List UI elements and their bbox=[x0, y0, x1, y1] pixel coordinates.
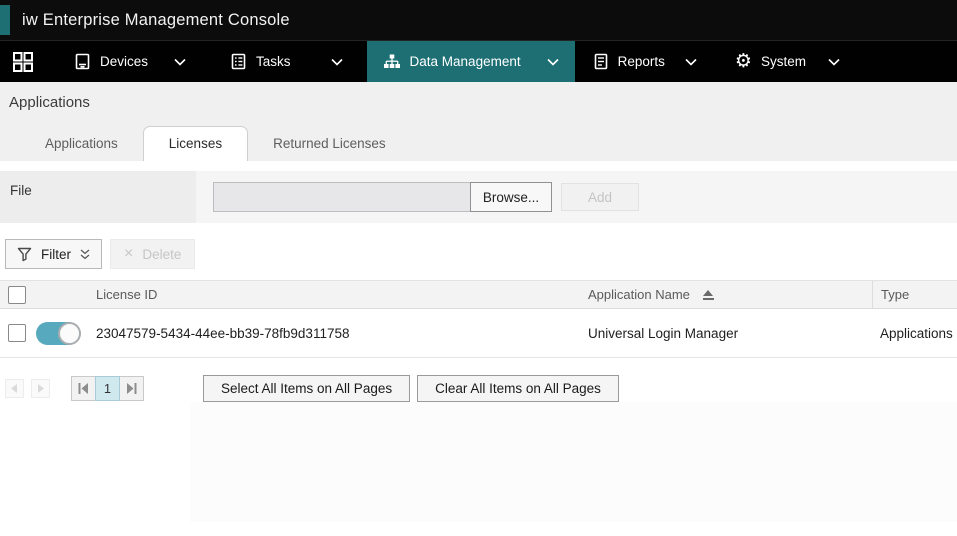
sort-ascending-icon bbox=[703, 290, 714, 300]
file-controls: Browse... Add bbox=[196, 171, 957, 223]
column-header-license-id[interactable]: License ID bbox=[92, 287, 588, 302]
funnel-icon bbox=[17, 247, 32, 262]
row-toggle-cell bbox=[36, 322, 92, 345]
nav-item-label: System bbox=[761, 54, 806, 69]
grid-icon bbox=[12, 51, 34, 73]
chevron-down-icon bbox=[331, 58, 343, 66]
page-number-group: 1 bbox=[71, 376, 144, 401]
add-button: Add bbox=[561, 183, 639, 211]
filter-button[interactable]: Filter bbox=[5, 239, 102, 269]
row-checkbox[interactable] bbox=[8, 324, 26, 342]
nav-item-data-management[interactable]: Data Management bbox=[367, 41, 575, 82]
type-value: Applications bbox=[872, 309, 957, 357]
application-name-value: Universal Login Manager bbox=[588, 326, 872, 341]
content-background bbox=[0, 402, 957, 522]
current-page-button[interactable]: 1 bbox=[95, 376, 120, 401]
tab-returned-licenses[interactable]: Returned Licenses bbox=[248, 126, 411, 161]
license-enabled-toggle[interactable] bbox=[36, 322, 80, 345]
row-checkbox-cell bbox=[0, 324, 36, 342]
first-page-button[interactable] bbox=[71, 376, 96, 401]
devices-icon bbox=[74, 53, 91, 70]
chevron-down-icon bbox=[547, 58, 559, 66]
table-toolbar: Filter × Delete bbox=[5, 239, 957, 269]
tasks-icon bbox=[230, 53, 247, 70]
tab-licenses[interactable]: Licenses bbox=[143, 126, 248, 161]
divider bbox=[0, 161, 957, 171]
table-header-row: License ID Application Name Type bbox=[0, 280, 957, 309]
file-label: File bbox=[0, 171, 196, 223]
delete-button: × Delete bbox=[110, 239, 195, 269]
main-nav: Devices Tasks bbox=[0, 40, 957, 82]
home-grid-button[interactable] bbox=[0, 41, 46, 82]
previous-page-button bbox=[5, 379, 24, 398]
close-icon: × bbox=[124, 246, 133, 262]
nav-item-label: Reports bbox=[618, 54, 665, 69]
chevron-down-icon bbox=[174, 58, 186, 66]
nav-item-tasks[interactable]: Tasks bbox=[216, 41, 357, 82]
sitemap-icon bbox=[383, 54, 401, 70]
gear-icon: ⚙ bbox=[735, 52, 752, 71]
reports-icon bbox=[593, 53, 609, 70]
double-chevron-down-icon bbox=[80, 249, 90, 260]
nav-item-label: Devices bbox=[100, 54, 148, 69]
title-bar: iw Enterprise Management Console bbox=[0, 0, 957, 40]
toggle-knob bbox=[58, 322, 81, 345]
license-id-value: 23047579-5434-44ee-bb39-78fb9d311758 bbox=[92, 326, 588, 341]
nav-item-devices[interactable]: Devices bbox=[60, 41, 200, 82]
select-all-checkbox[interactable] bbox=[8, 286, 26, 304]
nav-item-reports[interactable]: Reports bbox=[579, 41, 711, 82]
file-path-input[interactable] bbox=[213, 182, 471, 212]
last-page-button[interactable] bbox=[119, 376, 144, 401]
chevron-down-icon bbox=[685, 58, 697, 66]
page-title: Applications bbox=[9, 94, 957, 111]
page-header: Applications Applications Licenses Retur… bbox=[0, 82, 957, 161]
next-page-button bbox=[31, 379, 50, 398]
delete-button-label: Delete bbox=[142, 247, 181, 262]
nav-item-label: Tasks bbox=[256, 54, 291, 69]
tab-bar: Applications Licenses Returned Licenses bbox=[0, 125, 957, 161]
app-title: iw Enterprise Management Console bbox=[22, 11, 290, 30]
header-checkbox-cell bbox=[0, 286, 36, 304]
tab-applications[interactable]: Applications bbox=[20, 126, 143, 161]
filter-button-label: Filter bbox=[41, 247, 71, 262]
chevron-down-icon bbox=[828, 58, 840, 66]
brand-logo bbox=[0, 5, 10, 35]
select-all-items-button[interactable]: Select All Items on All Pages bbox=[203, 375, 410, 402]
clear-all-items-button[interactable]: Clear All Items on All Pages bbox=[417, 375, 619, 402]
column-header-application-name[interactable]: Application Name bbox=[588, 287, 872, 302]
file-upload-section: File Browse... Add bbox=[0, 171, 957, 223]
browse-button[interactable]: Browse... bbox=[470, 182, 552, 212]
table-row: 23047579-5434-44ee-bb39-78fb9d311758 Uni… bbox=[0, 309, 957, 358]
licenses-table: License ID Application Name Type 2304757… bbox=[0, 280, 957, 358]
column-header-type[interactable]: Type bbox=[872, 281, 957, 308]
pagination-bar: 1 Select All Items on All Pages Clear Al… bbox=[5, 375, 957, 402]
nav-item-system[interactable]: ⚙ System bbox=[721, 41, 854, 82]
nav-item-label: Data Management bbox=[410, 54, 521, 69]
